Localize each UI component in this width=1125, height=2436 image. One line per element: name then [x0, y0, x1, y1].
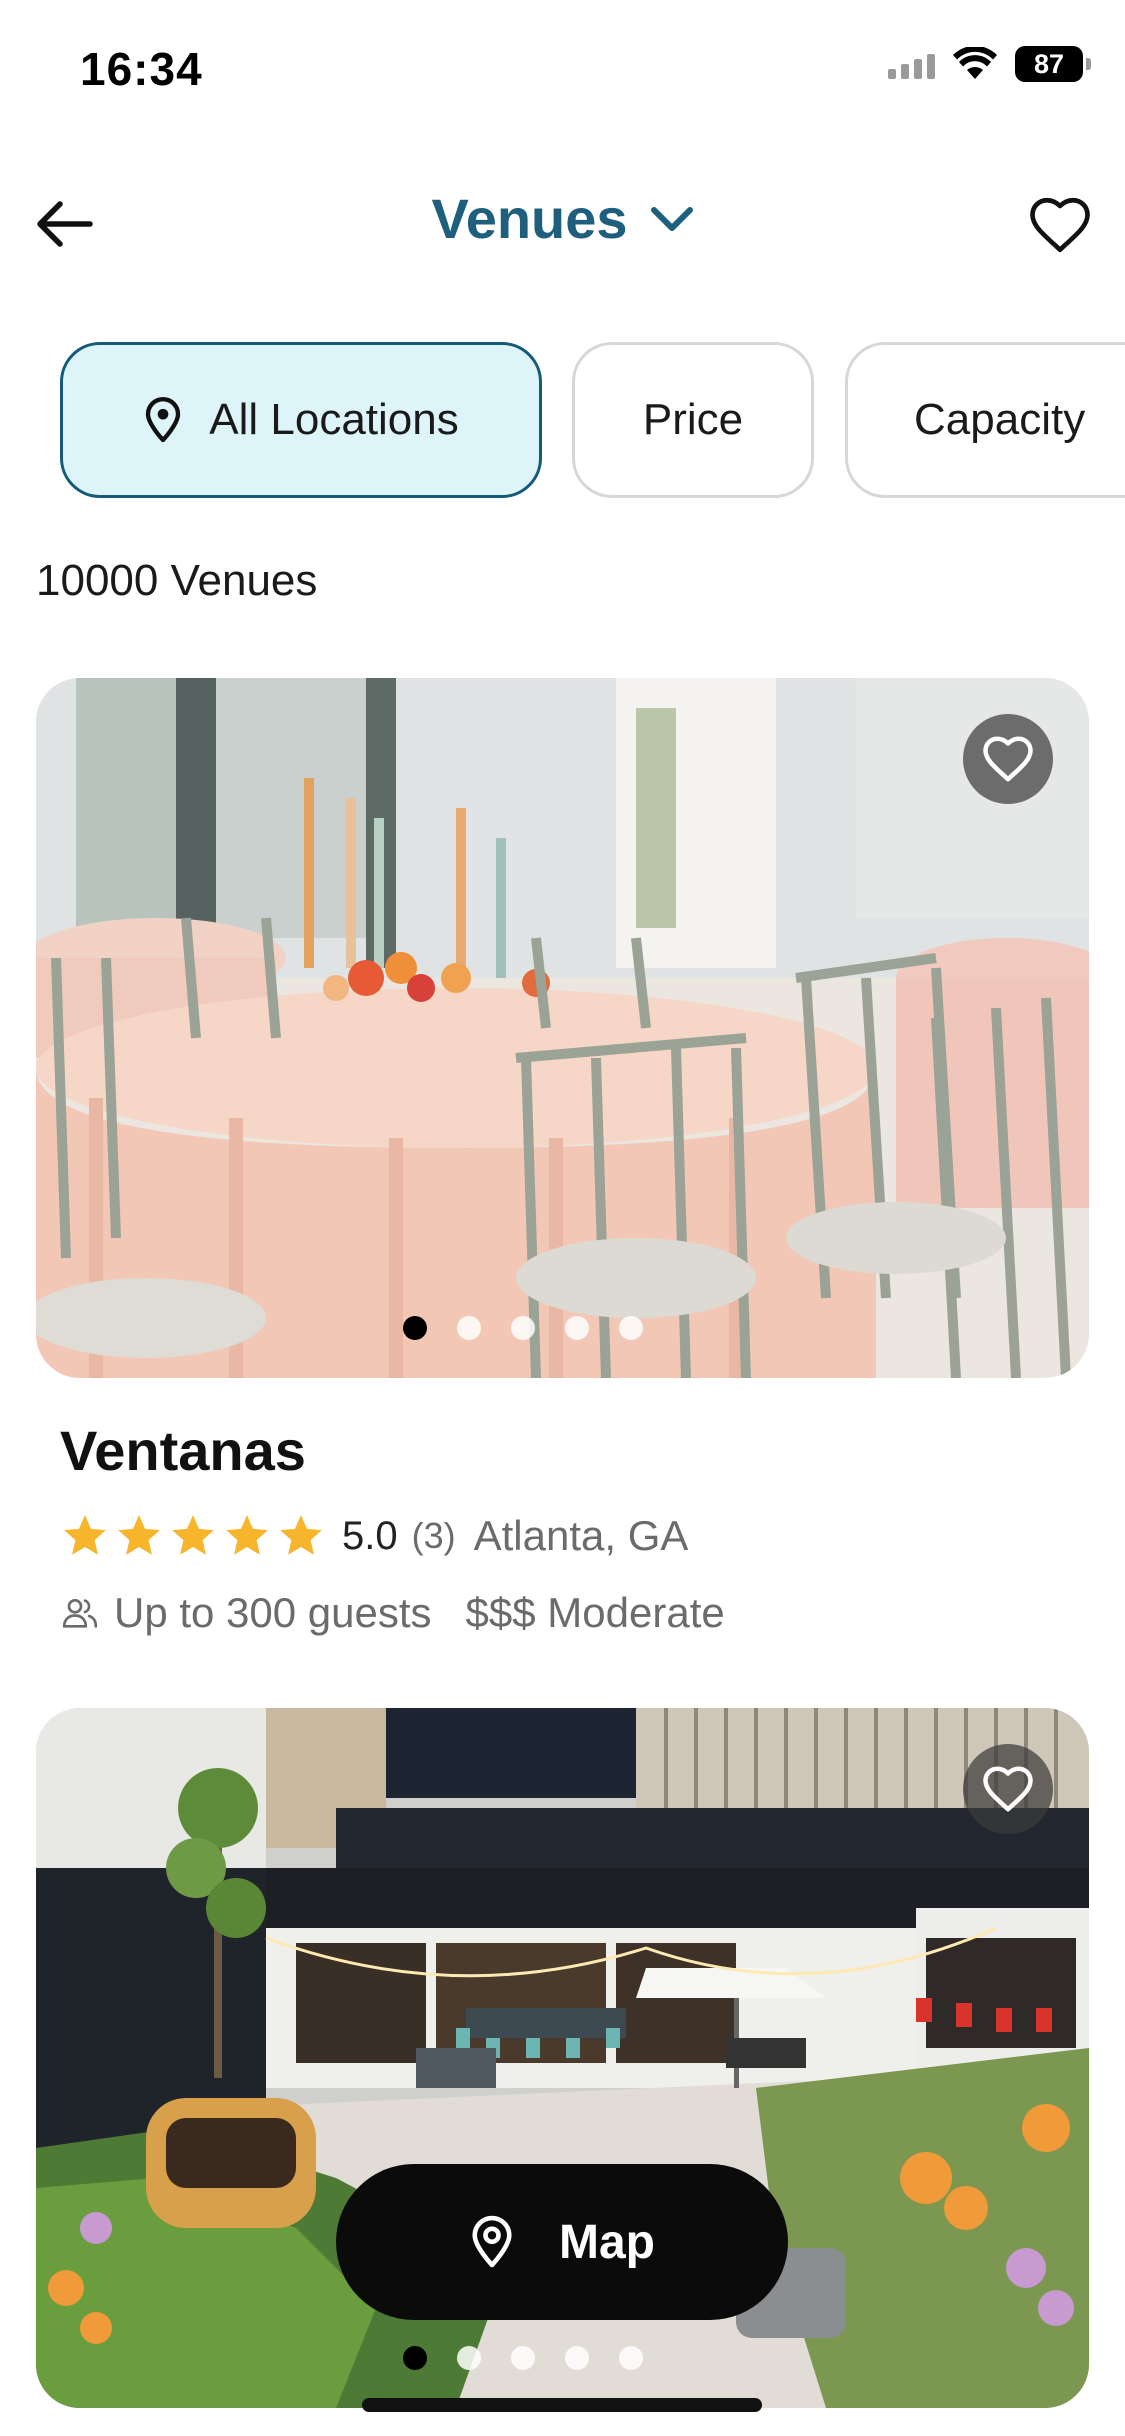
map-pin-icon [146, 397, 181, 443]
carousel-dot[interactable] [564, 1316, 589, 1340]
carousel-dot[interactable] [510, 1316, 535, 1340]
venue-type-dropdown[interactable]: Venues [0, 186, 1125, 251]
filter-bar: All Locations Price Capacity [0, 340, 1125, 500]
filter-price[interactable]: Price [572, 342, 814, 498]
carousel-dot[interactable] [618, 2346, 643, 2370]
guest-capacity: Up to 300 guests [114, 1589, 432, 1636]
status-icons: 87 [888, 46, 1091, 82]
venue-rating: 5.0 (3) Atlanta, GA [60, 1508, 688, 1564]
map-button[interactable]: Map [336, 2164, 788, 2320]
carousel-dot[interactable] [402, 1316, 427, 1340]
rating-value: 5.0 [342, 1513, 398, 1558]
review-count: (3) [411, 1515, 456, 1556]
filter-all-locations[interactable]: All Locations [60, 342, 542, 498]
venue-meta: Up to 300 guests $$$ Moderate [60, 1585, 725, 1641]
carousel-dot[interactable] [564, 2346, 589, 2370]
battery-icon: 87 [1015, 46, 1091, 82]
chevron-down-icon [650, 206, 693, 231]
star-icon [280, 1515, 322, 1555]
status-bar: 16:34 87 [0, 0, 1125, 140]
venue-location: Atlanta, GA [473, 1512, 689, 1559]
filter-label: Price [642, 395, 744, 444]
heart-outline-icon [983, 1766, 1033, 1812]
carousel-dot[interactable] [456, 1316, 481, 1340]
save-venue-button[interactable] [963, 714, 1053, 804]
venue-photo-image [36, 678, 1089, 1378]
price-level: $$$ Moderate [465, 1589, 725, 1636]
photo-carousel-dots [36, 1316, 1089, 1340]
star-icon [64, 1515, 106, 1555]
status-time: 16:34 [80, 43, 203, 95]
heart-outline-icon [1030, 197, 1090, 253]
wifi-icon [953, 47, 997, 79]
filter-label: Capacity [914, 395, 1086, 444]
star-icon [118, 1515, 160, 1555]
heart-outline-icon [983, 736, 1033, 782]
map-pin-icon [472, 2215, 512, 2268]
battery-level: 87 [1033, 48, 1065, 79]
nav-bar: Venues [0, 170, 1125, 280]
filter-capacity[interactable]: Capacity [845, 342, 1125, 498]
carousel-dot[interactable] [402, 2346, 427, 2370]
star-icon [172, 1515, 214, 1555]
venue-name[interactable]: Ventanas [60, 1418, 306, 1483]
carousel-dot[interactable] [456, 2346, 481, 2370]
guests-icon [62, 1599, 98, 1628]
photo-carousel-dots [36, 2346, 1089, 2370]
favorites-button[interactable] [1027, 192, 1093, 258]
cellular-signal-icon [888, 49, 935, 79]
home-indicator[interactable] [362, 2398, 762, 2412]
filter-label: All Locations [209, 395, 459, 444]
carousel-dot[interactable] [618, 1316, 643, 1340]
map-button-label: Map [559, 2215, 655, 2269]
star-rating [60, 1511, 326, 1561]
carousel-dot[interactable] [510, 2346, 535, 2370]
result-count: 10000 Venues [36, 556, 318, 605]
star-icon [226, 1515, 268, 1555]
save-venue-button[interactable] [963, 1744, 1053, 1834]
venue-photo[interactable] [36, 678, 1089, 1378]
page-title: Venues [431, 187, 628, 250]
